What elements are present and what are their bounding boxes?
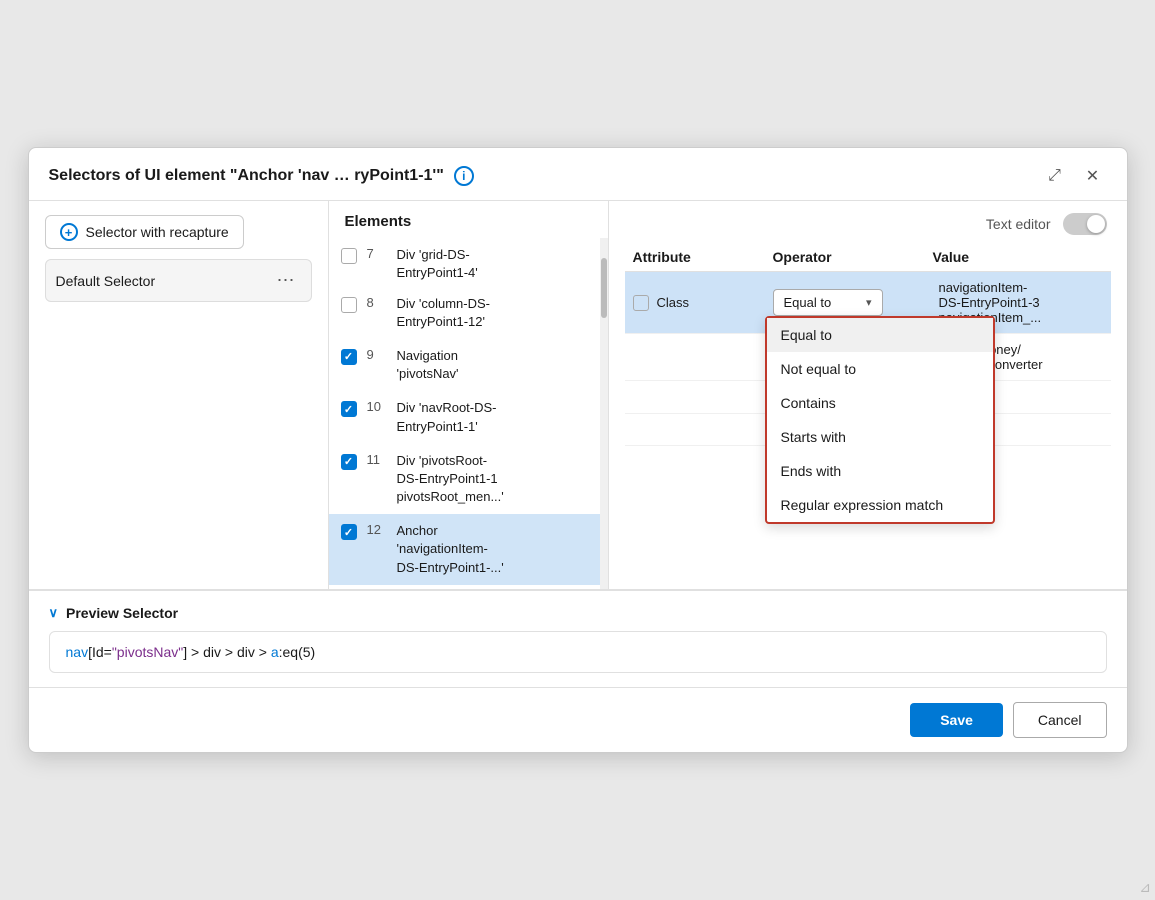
preview-section: ∨ Preview Selector nav[Id="pivotsNav"] >… bbox=[29, 590, 1127, 687]
element-checkbox[interactable]: ✓ bbox=[341, 401, 357, 417]
table-header: Attribute Operator Value bbox=[625, 243, 1111, 272]
titlebar: Selectors of UI element "Anchor 'nav … r… bbox=[29, 148, 1127, 201]
elements-list-container: 7 Div 'grid-DS-EntryPoint1-4' 8 Div 'col… bbox=[329, 238, 608, 589]
element-checkbox[interactable]: ✓ bbox=[341, 524, 357, 540]
middle-panel: Elements 7 Div 'grid-DS-EntryPoint1-4' 8… bbox=[329, 201, 609, 589]
code-nav: nav bbox=[66, 644, 89, 660]
text-editor-label: Text editor bbox=[986, 216, 1051, 232]
add-selector-button[interactable]: + Selector with recapture bbox=[45, 215, 244, 249]
attribute-column-header: Attribute bbox=[633, 249, 773, 265]
list-item[interactable]: ✓ 9 Navigation'pivotsNav' bbox=[329, 339, 608, 391]
dialog-footer: Save Cancel bbox=[29, 687, 1127, 752]
list-item[interactable]: ✓ 11 Div 'pivotsRoot-DS-EntryPoint1-1piv… bbox=[329, 444, 608, 515]
dropdown-option-regex[interactable]: Regular expression match bbox=[767, 488, 993, 522]
dropdown-option-not-equal[interactable]: Not equal to bbox=[767, 352, 993, 386]
toggle-thumb bbox=[1087, 215, 1105, 233]
operator-column-header: Operator bbox=[773, 249, 933, 265]
scrollbar[interactable] bbox=[600, 238, 608, 589]
plus-icon: + bbox=[60, 223, 78, 241]
preview-code: nav[Id="pivotsNav"] > div > div > a:eq(5… bbox=[66, 644, 316, 660]
code-string: "pivotsNav" bbox=[112, 644, 183, 660]
dialog-title-text: Selectors of UI element "Anchor 'nav … r… bbox=[49, 167, 444, 185]
dialog-body: + Selector with recapture Default Select… bbox=[29, 201, 1127, 687]
attribute-name: Class bbox=[657, 295, 690, 310]
preview-box: nav[Id="pivotsNav"] > div > div > a:eq(5… bbox=[49, 631, 1107, 673]
list-item[interactable]: 8 Div 'column-DS-EntryPoint1-12' bbox=[329, 287, 608, 339]
dialog-title: Selectors of UI element "Anchor 'nav … r… bbox=[49, 166, 474, 186]
dropdown-option-contains[interactable]: Contains bbox=[767, 386, 993, 420]
left-panel: + Selector with recapture Default Select… bbox=[29, 201, 329, 589]
expand-button[interactable]: ⤢ bbox=[1041, 162, 1069, 190]
preview-chevron-icon: ∨ bbox=[49, 605, 59, 621]
code-eq-close: ) bbox=[311, 644, 316, 660]
elements-list: 7 Div 'grid-DS-EntryPoint1-4' 8 Div 'col… bbox=[329, 238, 608, 589]
right-panel: Text editor Attribute Operator Value bbox=[609, 201, 1127, 589]
titlebar-actions: ⤢ ✕ bbox=[1041, 162, 1107, 190]
info-icon[interactable]: i bbox=[454, 166, 474, 186]
code-bracket-open: [Id= bbox=[88, 644, 112, 660]
element-checkbox[interactable]: ✓ bbox=[341, 454, 357, 470]
dropdown-option-equal-to[interactable]: Equal to bbox=[767, 318, 993, 352]
list-item[interactable]: 7 Div 'grid-DS-EntryPoint1-4' bbox=[329, 242, 608, 286]
list-item-selected[interactable]: ✓ 12 Anchor'navigationItem-DS-EntryPoint… bbox=[329, 514, 608, 585]
text-editor-toggle[interactable] bbox=[1063, 213, 1107, 235]
operator-dropdown-menu: Equal to Not equal to Contains Starts wi… bbox=[765, 316, 995, 524]
preview-label: Preview Selector bbox=[66, 605, 178, 621]
selected-operator: Equal to bbox=[784, 295, 832, 310]
element-checkbox[interactable]: ✓ bbox=[341, 349, 357, 365]
save-button[interactable]: Save bbox=[910, 703, 1003, 737]
element-checkbox[interactable] bbox=[341, 297, 357, 313]
attr-row-checkbox[interactable] bbox=[633, 295, 649, 311]
attribute-cell: Class bbox=[633, 295, 773, 311]
code-number: 5 bbox=[303, 644, 311, 660]
attributes-table: Attribute Operator Value Class Equal to bbox=[609, 243, 1127, 589]
dropdown-option-ends-with[interactable]: Ends with bbox=[767, 454, 993, 488]
preview-header[interactable]: ∨ Preview Selector bbox=[49, 605, 1107, 621]
cancel-button[interactable]: Cancel bbox=[1013, 702, 1107, 738]
operator-dropdown[interactable]: Equal to ▾ bbox=[773, 289, 883, 316]
code-anchor: a bbox=[271, 644, 279, 660]
right-panel-header: Text editor bbox=[609, 201, 1127, 243]
element-checkbox[interactable] bbox=[341, 248, 357, 264]
selector-item-label: Default Selector bbox=[56, 273, 156, 289]
chevron-down-icon: ▾ bbox=[866, 296, 872, 309]
top-content: + Selector with recapture Default Select… bbox=[29, 201, 1127, 590]
operator-cell: Equal to ▾ bbox=[773, 289, 933, 316]
default-selector-item[interactable]: Default Selector ⋯ bbox=[45, 259, 312, 302]
selector-menu-button[interactable]: ⋯ bbox=[271, 268, 301, 293]
dialog: Selectors of UI element "Anchor 'nav … r… bbox=[28, 147, 1128, 753]
attribute-row: Class Equal to ▾ navigationItem-DS-Entry… bbox=[625, 272, 1111, 334]
value-column-header: Value bbox=[933, 249, 1103, 265]
scroll-thumb bbox=[601, 258, 607, 318]
elements-header: Elements bbox=[329, 201, 608, 238]
dropdown-option-starts-with[interactable]: Starts with bbox=[767, 420, 993, 454]
add-selector-label: Selector with recapture bbox=[86, 224, 229, 240]
code-eq-open: :eq( bbox=[279, 644, 303, 660]
close-button[interactable]: ✕ bbox=[1079, 162, 1107, 190]
code-selector-chain: ] > div > div > bbox=[183, 644, 271, 660]
list-item[interactable]: ✓ 10 Div 'navRoot-DS-EntryPoint1-1' bbox=[329, 391, 608, 443]
